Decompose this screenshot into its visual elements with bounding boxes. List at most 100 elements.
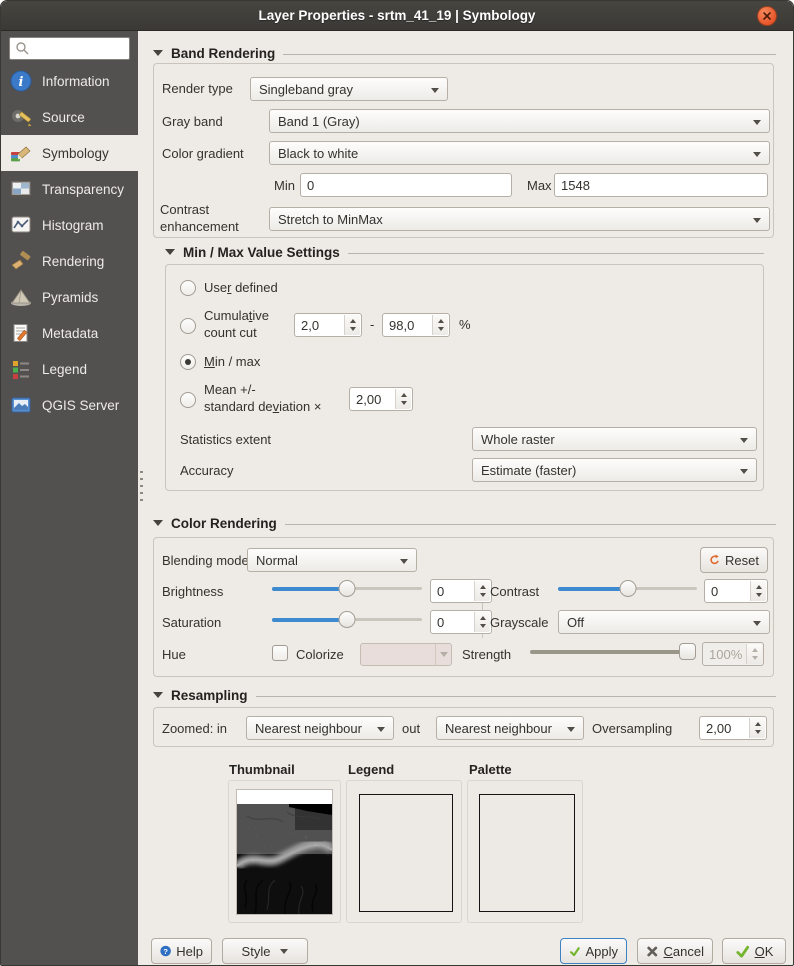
colorize-label: Colorize [296, 647, 344, 662]
radio-user-defined[interactable] [180, 280, 196, 296]
close-button[interactable] [757, 6, 777, 26]
splitter-handle[interactable] [140, 471, 143, 501]
spinner-arrows-icon[interactable] [432, 315, 448, 335]
reset-label: Reset [725, 553, 759, 568]
collapse-arrow-icon[interactable] [153, 50, 163, 56]
zoomed-out-label: out [402, 721, 420, 736]
collapse-arrow-icon[interactable] [153, 692, 163, 698]
style-label: Style [242, 944, 271, 959]
legend-panel [346, 780, 462, 923]
cumulative-high-spinbox[interactable]: 98,0 [382, 313, 450, 337]
radio-mean-std[interactable] [180, 392, 196, 408]
thumbnail-label: Thumbnail [229, 762, 295, 777]
cumulative-low-spinbox[interactable]: 2,0 [294, 313, 362, 337]
sidebar-item-source[interactable]: Source [1, 99, 138, 135]
max-input[interactable]: 1548 [554, 173, 768, 197]
mean-std-label: Mean +/- standard deviation × [204, 381, 321, 415]
cumulative-low-value: 2,0 [301, 318, 319, 333]
titlebar[interactable]: Layer Properties - srtm_41_19 | Symbolog… [1, 1, 793, 31]
contrast-slider[interactable] [558, 579, 697, 598]
colorize-color-swatch[interactable] [360, 643, 452, 666]
mean-std-spinbox[interactable]: 2,00 [349, 387, 413, 411]
strength-slider [530, 642, 696, 661]
help-button[interactable]: ? Help [151, 938, 212, 964]
collapse-arrow-icon[interactable] [165, 249, 175, 255]
collapse-arrow-icon[interactable] [153, 520, 163, 526]
section-title: Band Rendering [171, 46, 275, 61]
saturation-spinbox[interactable]: 0 [430, 610, 492, 634]
spinner-arrows-icon[interactable] [750, 581, 766, 601]
grayscale-value: Off [567, 615, 584, 630]
style-button[interactable]: Style [222, 938, 308, 964]
dropdown-arrow-icon [753, 218, 761, 223]
cancel-button[interactable]: Cancel [637, 938, 713, 964]
sidebar-item-label: Transparency [42, 182, 124, 197]
sidebar-item-metadata[interactable]: Metadata [1, 315, 138, 351]
colorize-checkbox[interactable] [272, 645, 288, 661]
brightness-value: 0 [437, 584, 444, 599]
contrast-enhancement-select[interactable]: Stretch to MinMax [269, 207, 770, 231]
oversampling-spinbox[interactable]: 2,00 [699, 716, 767, 740]
min-input[interactable]: 0 [300, 173, 512, 197]
palette-box [479, 794, 575, 912]
sidebar-item-label: Rendering [42, 254, 104, 269]
dropdown-arrow-icon [740, 438, 748, 443]
transparency-icon [9, 177, 33, 201]
sidebar-item-histogram[interactable]: Histogram [1, 207, 138, 243]
legend-icon [9, 357, 33, 381]
palette-label: Palette [469, 762, 512, 777]
gray-band-select[interactable]: Band 1 (Gray) [269, 109, 770, 133]
sidebar-item-information[interactable]: i Information [1, 63, 138, 99]
sidebar-item-symbology[interactable]: Symbology [1, 135, 138, 171]
sidebar-nav: i Information Source Symbology [1, 63, 138, 423]
information-icon: i [9, 69, 33, 93]
spinner-arrows-icon[interactable] [474, 612, 490, 632]
sidebar-item-label: Pyramids [42, 290, 98, 305]
zoomed-out-select[interactable]: Nearest neighbour [436, 716, 584, 740]
brightness-slider[interactable] [272, 579, 422, 598]
min-max-group: User defined Cumulative count cut 2,0 - … [165, 264, 764, 491]
reset-button[interactable]: Reset [700, 547, 768, 573]
render-type-select[interactable]: Singleband gray [250, 77, 448, 101]
contrast-spinbox[interactable]: 0 [704, 579, 768, 603]
sidebar-item-label: Metadata [42, 326, 98, 341]
source-icon [9, 105, 33, 129]
slider-handle[interactable] [339, 611, 356, 628]
color-gradient-select[interactable]: Black to white [269, 141, 770, 165]
accuracy-select[interactable]: Estimate (faster) [472, 458, 757, 482]
user-defined-label: User defined [204, 280, 278, 295]
brightness-spinbox[interactable]: 0 [430, 579, 492, 603]
spinner-arrows-icon[interactable] [749, 718, 765, 738]
max-label: Max [527, 178, 552, 193]
spinner-arrows-icon[interactable] [474, 581, 490, 601]
search-input[interactable] [9, 37, 130, 60]
ok-button[interactable]: OK [722, 938, 786, 964]
slider-handle[interactable] [339, 580, 356, 597]
min-max-label: Min / max [204, 354, 260, 369]
sidebar-item-qgis-server[interactable]: QGIS Server [1, 387, 138, 423]
sidebar-item-label: Symbology [42, 146, 109, 161]
contrast-label: Contrast [490, 584, 539, 599]
sidebar-item-legend[interactable]: Legend [1, 351, 138, 387]
zoomed-in-select[interactable]: Nearest neighbour [246, 716, 394, 740]
sidebar-item-rendering[interactable]: Rendering [1, 243, 138, 279]
blending-mode-select[interactable]: Normal [247, 548, 417, 572]
spinner-arrows-icon[interactable] [344, 315, 360, 335]
radio-min-max[interactable] [180, 354, 196, 370]
gray-band-value: Band 1 (Gray) [278, 114, 360, 129]
spinner-arrows-icon[interactable] [395, 389, 411, 409]
sidebar-item-pyramids[interactable]: Pyramids [1, 279, 138, 315]
apply-button[interactable]: Apply [560, 938, 627, 964]
sidebar-item-transparency[interactable]: Transparency [1, 171, 138, 207]
dropdown-arrow-icon [567, 727, 575, 732]
band-rendering-header: Band Rendering [153, 45, 776, 61]
brightness-label: Brightness [162, 584, 223, 599]
slider-handle[interactable] [619, 580, 636, 597]
min-max-header: Min / Max Value Settings [165, 244, 764, 260]
grayscale-select[interactable]: Off [558, 610, 770, 634]
cumulative-high-value: 98,0 [389, 318, 414, 333]
saturation-slider[interactable] [272, 610, 422, 629]
radio-cumulative-count-cut[interactable] [180, 318, 196, 334]
header-rule [348, 253, 764, 254]
statistics-extent-select[interactable]: Whole raster [472, 427, 757, 451]
